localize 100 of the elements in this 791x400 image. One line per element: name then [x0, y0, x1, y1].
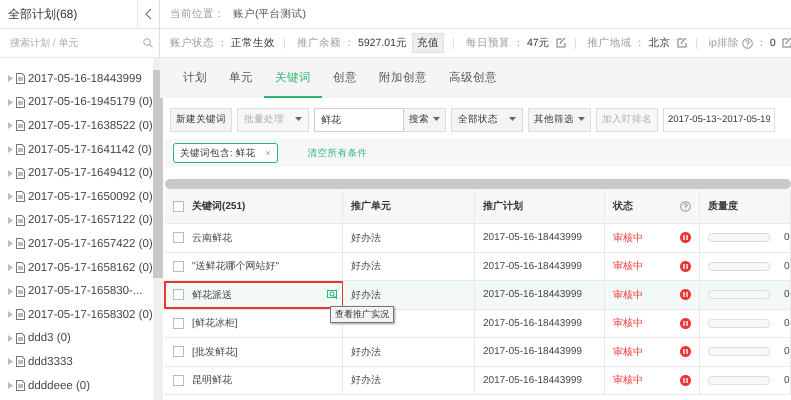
tab[interactable]: 单元 — [218, 58, 264, 98]
tree-label: 2017-05-17-1649412 (0) — [28, 167, 153, 180]
tree-item[interactable]: ddddeee (0) — [0, 374, 153, 398]
tree-label: 2017-05-17-1641142 (0) — [28, 144, 152, 156]
search-field[interactable]: 搜索计划 / 单元 — [8, 36, 143, 50]
keyword-search-field[interactable]: 鲜花 — [314, 108, 404, 132]
quality-value: 0 — [784, 260, 790, 272]
tree-item[interactable]: 2017-05-17-1658302 (0) — [0, 302, 153, 327]
plan-cell: 2017-05-16-18443999 — [483, 374, 582, 386]
checkbox[interactable] — [173, 346, 184, 358]
caret-icon — [295, 117, 302, 122]
expand-arrow-icon[interactable] — [8, 216, 13, 224]
expand-arrow-icon[interactable] — [8, 240, 13, 248]
tree-item[interactable]: ddd3333 — [0, 350, 153, 374]
tree-item[interactable]: 2017-05-16-1945179 (0) — [0, 90, 153, 114]
colon: ： — [634, 36, 646, 50]
checkbox[interactable] — [173, 374, 184, 386]
tree-label: 2017-05-17-1658302 (0) — [28, 308, 153, 321]
pause-icon[interactable] — [680, 318, 691, 329]
expand-arrow-icon[interactable] — [8, 288, 13, 295]
quality-value: 0 — [784, 346, 790, 358]
tree-item[interactable]: ddd3 (0) — [0, 326, 153, 350]
tree-item[interactable]: 2017-05-16-18443999 — [0, 67, 153, 91]
status-cell-text: 审核中 — [613, 316, 643, 330]
colon: ： — [756, 36, 767, 50]
expand-arrow-icon[interactable] — [8, 122, 13, 130]
tree-item[interactable]: 2017-05-17-1641142 (0) — [0, 138, 153, 162]
checkbox[interactable] — [173, 289, 184, 300]
tab[interactable]: 高级创意 — [438, 58, 508, 98]
status-dropdown[interactable]: 全部状态 — [451, 108, 523, 132]
expand-arrow-icon[interactable] — [8, 75, 13, 82]
expand-arrow-icon[interactable] — [8, 170, 13, 177]
tree-label: 2017-05-17-1657422 (0) — [28, 238, 153, 250]
document-icon — [16, 191, 25, 202]
status-cell-text: 审核中 — [613, 260, 643, 274]
expand-arrow-icon[interactable] — [8, 311, 13, 318]
breadcrumb-link[interactable]: 账户(平台测试) — [233, 7, 306, 21]
pause-icon[interactable] — [680, 260, 691, 272]
unit-cell-text: 好办法 — [351, 288, 381, 302]
expand-arrow-icon[interactable] — [8, 358, 13, 366]
quality-value: 0 — [784, 318, 790, 329]
horizontal-scrollbar[interactable] — [165, 179, 791, 189]
keyword-cell-text: 鲜花派送 — [192, 288, 232, 302]
caret-icon — [509, 117, 516, 122]
checkbox[interactable] — [173, 260, 184, 272]
tree-item[interactable]: 2017-05-17-1658162 (0) — [0, 256, 153, 280]
plan-cell: 2017-05-16-18443999 — [483, 232, 582, 244]
tab[interactable]: 计划 — [172, 58, 218, 98]
tree-item[interactable]: 2017-05-17-1649412 (0) — [0, 161, 153, 185]
recharge-button[interactable]: 充值 — [412, 33, 444, 53]
column-header: 推广计划 — [483, 199, 523, 213]
help-icon[interactable] — [680, 200, 691, 212]
search-type-dropdown[interactable]: 搜索 — [404, 108, 446, 132]
expand-arrow-icon[interactable] — [8, 193, 13, 200]
status-cell-text: 审核中 — [613, 346, 643, 359]
document-icon — [16, 238, 25, 250]
plan-cell: 2017-05-16-18443999 — [483, 318, 582, 329]
document-icon — [16, 380, 25, 392]
expand-arrow-icon[interactable] — [8, 382, 13, 390]
monitor-icon[interactable] — [327, 290, 338, 300]
other-filter-dropdown[interactable]: 其他筛选 — [528, 108, 591, 132]
edit-icon[interactable] — [676, 38, 687, 48]
caret-icon — [433, 117, 440, 122]
document-icon — [16, 120, 25, 132]
pause-icon[interactable] — [680, 289, 691, 300]
tab[interactable]: 附加创意 — [368, 58, 438, 98]
checkbox[interactable] — [173, 200, 184, 212]
tree-item[interactable]: 2017-05-17-1657422 (0) — [0, 232, 153, 256]
colon: ： — [512, 36, 524, 50]
expand-arrow-icon[interactable] — [8, 98, 13, 106]
tree-item[interactable]: 2017-05-17-1650092 (0) — [0, 184, 153, 209]
chevron-left-icon — [145, 8, 152, 20]
tree-label: ddd3 (0) — [28, 332, 71, 344]
edit-icon[interactable] — [556, 38, 566, 48]
quality-value: 0 — [784, 374, 790, 386]
tree-item[interactable]: 2017-05-17-1638522 (0) — [0, 114, 153, 138]
account-value: 北京 — [648, 36, 671, 50]
new-keyword-button[interactable]: 新建关键词 — [170, 108, 232, 132]
checkbox[interactable] — [173, 318, 184, 329]
expand-arrow-icon[interactable] — [8, 146, 13, 154]
pause-icon[interactable] — [680, 374, 691, 386]
tree-label: 2017-05-17-1658162 (0) — [28, 262, 153, 274]
colon: ： — [217, 36, 228, 50]
column-header: 关键词(251) — [192, 200, 246, 213]
account-label: 每日预算 — [466, 36, 510, 50]
checkbox[interactable] — [173, 232, 184, 244]
pause-icon[interactable] — [680, 232, 691, 244]
scrollbar[interactable] — [152, 58, 163, 400]
date-range-field[interactable]: 2017-05-13~2017-05-19 — [663, 108, 775, 132]
expand-arrow-icon[interactable] — [8, 264, 13, 272]
expand-arrow-icon[interactable] — [8, 334, 13, 342]
unit-cell-text: 好办法 — [351, 346, 381, 359]
edit-icon[interactable] — [782, 38, 791, 48]
search-icon[interactable] — [143, 38, 153, 48]
tab[interactable]: 创意 — [322, 58, 368, 98]
pause-icon[interactable] — [680, 346, 691, 358]
tree-item[interactable]: 2017-05-17-165830-... — [0, 279, 153, 303]
tree-item[interactable]: 2017-05-17-1657122 (0) — [0, 208, 153, 232]
account-label: 账户状态 — [170, 36, 214, 50]
help-icon[interactable] — [742, 38, 753, 48]
